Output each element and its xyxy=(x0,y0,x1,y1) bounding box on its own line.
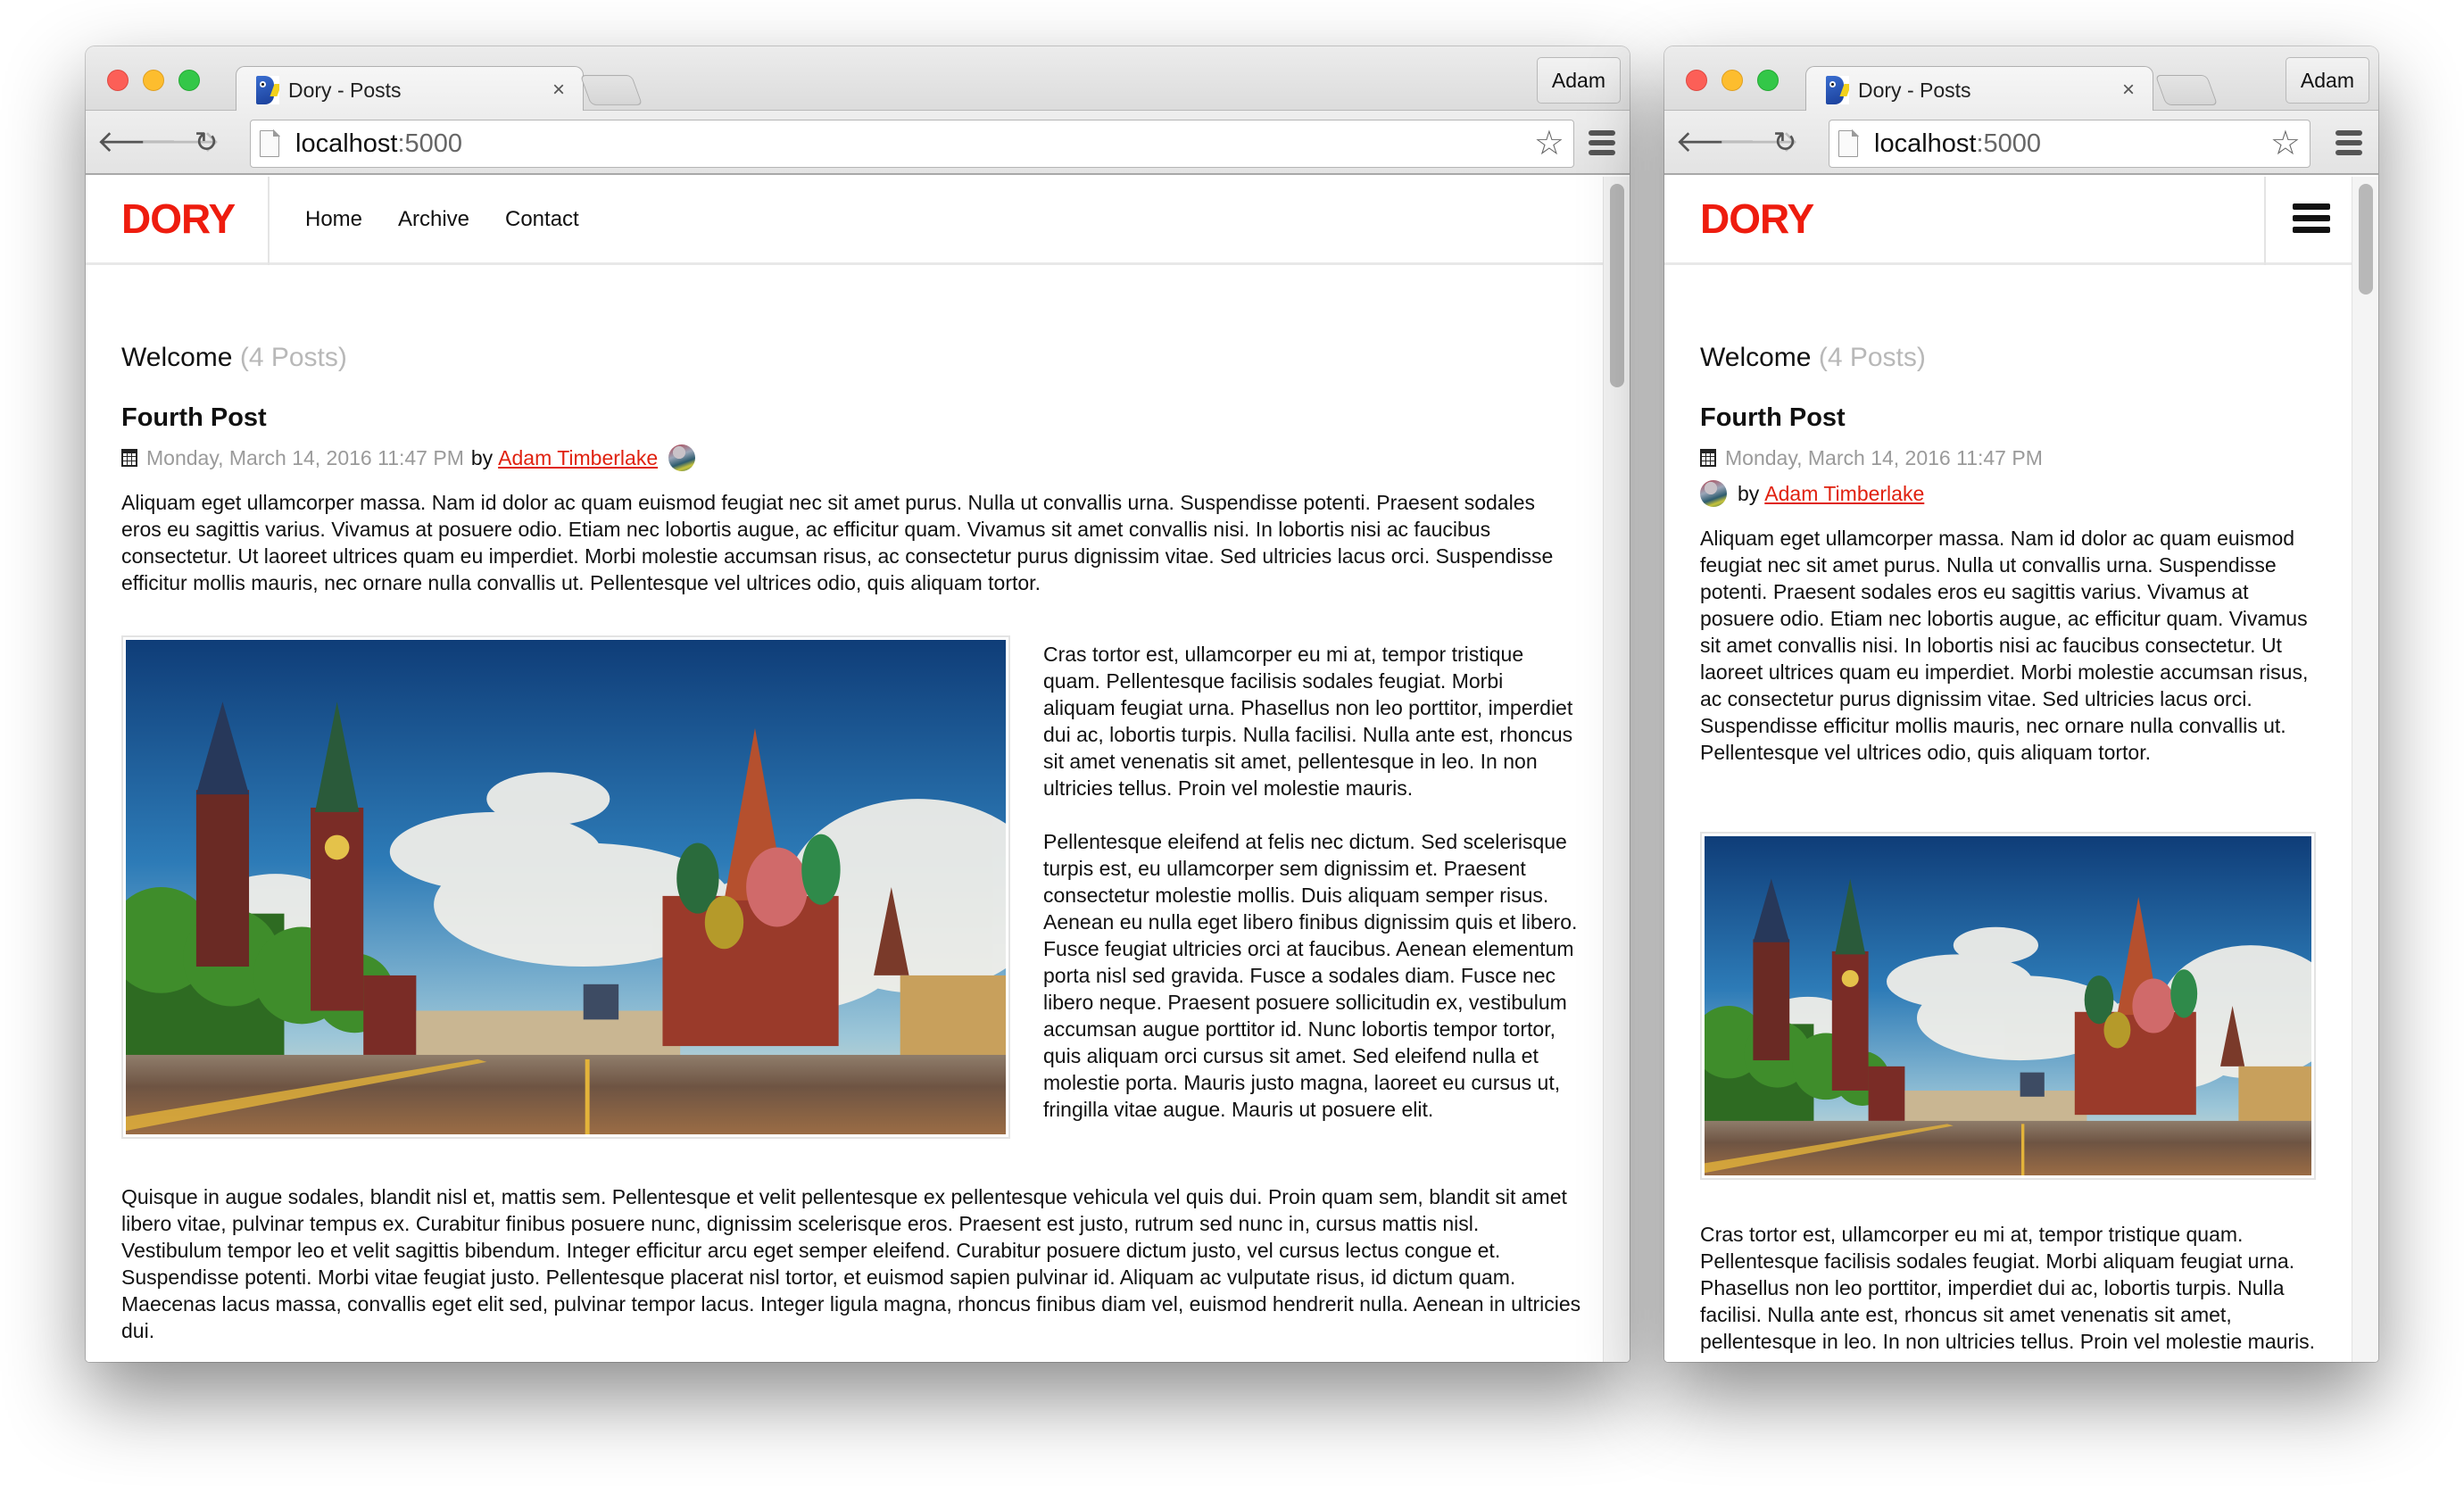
site-header: DORY xyxy=(1664,177,2352,265)
browser-menu-icon[interactable] xyxy=(1589,130,1615,155)
post-paragraph: Cras tortor est, ullamcorper eu mi at, t… xyxy=(1700,1223,2316,1353)
author-avatar xyxy=(668,444,696,471)
profile-button[interactable]: Adam xyxy=(2285,57,2369,104)
browser-tab-active[interactable]: Dory - Posts × xyxy=(1805,66,2153,112)
browser-tab-active[interactable]: Dory - Posts × xyxy=(236,66,584,112)
post-count: (4 Posts) xyxy=(239,343,347,372)
maximize-window-button[interactable] xyxy=(1757,70,1779,91)
new-tab-button[interactable] xyxy=(579,75,643,105)
post-paragraph: Aliquam eget ullamcorper massa. Nam id d… xyxy=(121,491,1554,594)
nav-link-contact[interactable]: Contact xyxy=(505,207,579,232)
reload-icon[interactable]: ↻ xyxy=(191,128,221,159)
scrollbar-thumb[interactable] xyxy=(2359,184,2373,295)
post-date: Monday, March 14, 2016 11:47 PM xyxy=(1725,445,2043,469)
back-arrow-icon[interactable]: 🡐 xyxy=(96,127,178,159)
header-divider xyxy=(268,177,270,265)
post-count: (4 Posts) xyxy=(1818,343,1926,372)
tab-title: Dory - Posts xyxy=(288,78,402,102)
tab-close-icon[interactable]: × xyxy=(552,78,565,102)
post-title[interactable]: Fourth Post xyxy=(1700,403,1846,433)
post-title[interactable]: Fourth Post xyxy=(121,403,267,433)
dory-favicon-icon xyxy=(256,76,279,104)
tab-title: Dory - Posts xyxy=(1858,78,1971,102)
by-label: by xyxy=(1738,481,1760,505)
page-viewport: DORY Home Archive Contact Welcome (4 Pos… xyxy=(86,177,1630,1362)
forward-arrow-icon[interactable]: 🡒 xyxy=(139,127,220,159)
browser-toolbar: 🡐 🡒 ↻ localhost:5000 ☆ xyxy=(86,111,1630,175)
vertical-scrollbar[interactable] xyxy=(2352,177,2378,1362)
author-link[interactable]: Adam Timberlake xyxy=(1764,482,1924,506)
title-bar: Dory - Posts × Adam xyxy=(86,46,1630,112)
red-square-photo xyxy=(1705,836,2311,1175)
by-label: by xyxy=(470,445,494,469)
browser-window-narrow: Dory - Posts × Adam 🡐 🡒 ↻ localhost:5000… xyxy=(1664,46,2378,1362)
post-paragraph: Pellentesque eleifend at felis nec dictu… xyxy=(1043,830,1578,1121)
post-image xyxy=(121,635,1010,1139)
page-heading: Welcome (4 Posts) xyxy=(121,343,347,372)
new-tab-button[interactable] xyxy=(2154,75,2219,105)
minimize-window-button[interactable] xyxy=(143,70,164,91)
close-window-button[interactable] xyxy=(107,70,129,91)
browser-menu-icon[interactable] xyxy=(2335,130,2362,155)
address-bar[interactable]: localhost:5000 ☆ xyxy=(250,120,1574,168)
calendar-icon xyxy=(121,449,137,467)
nav-link-archive[interactable]: Archive xyxy=(398,207,469,232)
page-icon xyxy=(260,129,280,157)
browser-window-desktop: Dory - Posts × Adam 🡐 🡒 ↻ localhost:5000… xyxy=(86,46,1630,1362)
post-image xyxy=(1700,832,2316,1180)
dory-favicon-icon xyxy=(1826,76,1849,104)
header-divider xyxy=(2264,177,2266,265)
maximize-window-button[interactable] xyxy=(178,70,200,91)
red-square-photo xyxy=(126,640,1006,1134)
post-author-row: by Adam Timberlake xyxy=(1700,480,1924,507)
browser-toolbar: 🡐 🡒 ↻ localhost:5000 ☆ xyxy=(1664,111,2378,175)
author-link[interactable]: Adam Timberlake xyxy=(498,446,658,470)
forward-arrow-icon[interactable]: 🡒 xyxy=(1718,127,1799,159)
post-paragraph: Quisque in augue sodales, blandit nisl e… xyxy=(121,1185,1581,1342)
page-heading: Welcome (4 Posts) xyxy=(1700,343,1926,372)
post-paragraph: Cras tortor est, ullamcorper eu mi at, t… xyxy=(1043,643,1573,800)
scrollbar-thumb[interactable] xyxy=(1610,184,1624,387)
author-avatar xyxy=(1700,480,1727,507)
post-date-row: Monday, March 14, 2016 11:47 PM xyxy=(1700,444,2043,471)
address-bar[interactable]: localhost:5000 ☆ xyxy=(1829,120,2311,168)
page-icon xyxy=(1838,129,1859,157)
bookmark-star-icon[interactable]: ☆ xyxy=(2270,126,2301,162)
page-viewport: DORY Welcome (4 Posts) Fourth Post Monda… xyxy=(1664,177,2378,1362)
url-text: localhost:5000 xyxy=(1874,129,2042,158)
close-window-button[interactable] xyxy=(1686,70,1707,91)
reload-icon[interactable]: ↻ xyxy=(1770,128,1800,159)
back-arrow-icon[interactable]: 🡐 xyxy=(1675,127,1756,159)
post-meta: Monday, March 14, 2016 11:47 PM by Adam … xyxy=(121,444,696,471)
tab-close-icon[interactable]: × xyxy=(2122,78,2135,102)
site-menu-toggle-icon[interactable] xyxy=(2293,203,2330,234)
calendar-icon xyxy=(1700,449,1716,467)
minimize-window-button[interactable] xyxy=(1721,70,1743,91)
vertical-scrollbar[interactable] xyxy=(1603,177,1630,1362)
post-paragraph: Aliquam eget ullamcorper massa. Nam id d… xyxy=(1700,527,2309,764)
site-header: DORY Home Archive Contact xyxy=(86,177,1603,265)
title-bar: Dory - Posts × Adam xyxy=(1664,46,2378,112)
url-text: localhost:5000 xyxy=(295,129,463,158)
profile-button[interactable]: Adam xyxy=(1536,57,1621,104)
site-brand-logo[interactable]: DORY xyxy=(121,195,236,243)
site-brand-logo[interactable]: DORY xyxy=(1700,195,1814,243)
nav-link-home[interactable]: Home xyxy=(305,207,362,232)
post-date: Monday, March 14, 2016 11:47 PM xyxy=(146,445,464,469)
bookmark-star-icon[interactable]: ☆ xyxy=(1534,126,1564,162)
